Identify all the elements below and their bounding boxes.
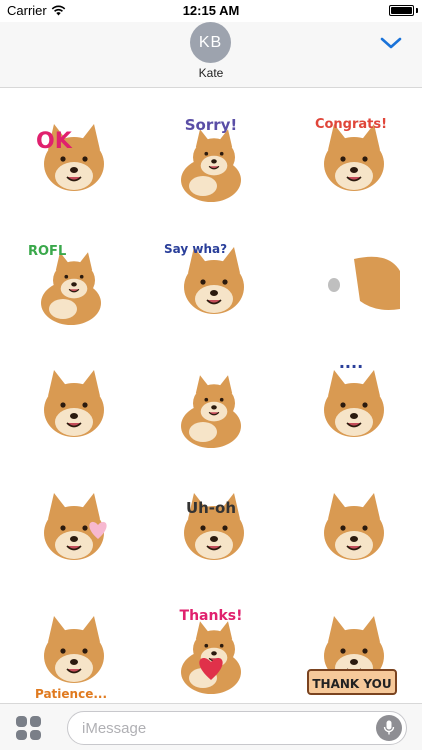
sticker-caption: Say wha?: [164, 242, 227, 256]
contact-name[interactable]: Kate: [0, 66, 422, 80]
sticker-12[interactable]: [281, 465, 421, 588]
message-input[interactable]: iMessage: [67, 711, 407, 745]
shiba-sticker-image: [181, 374, 241, 448]
shiba-sticker-image: Sorry!: [181, 116, 241, 202]
sticker-7[interactable]: [1, 342, 141, 465]
shiba-sticker-image: [328, 256, 400, 310]
battery-icon: [389, 5, 414, 16]
sticker-8[interactable]: [141, 342, 281, 465]
shiba-sticker-image: [44, 492, 107, 560]
shiba-sticker-image: Uh-oh: [184, 492, 244, 560]
message-bar: iMessage: [0, 703, 422, 750]
shiba-sticker-image: Patience...: [35, 615, 107, 700]
sticker-caption: THANK YOU: [312, 677, 391, 691]
sticker-caption: OK: [36, 129, 73, 154]
status-bar: Carrier 12:15 AM: [0, 0, 422, 22]
sticker-6[interactable]: [281, 219, 421, 342]
sticker-15[interactable]: THANK YOU: [281, 588, 421, 711]
sticker-caption: Uh-oh: [186, 499, 236, 517]
sticker-grid: OK Sorry! Congrats! ROFL Say wha? .... U…: [0, 96, 422, 711]
sticker-13[interactable]: Patience...: [1, 588, 141, 711]
sticker-caption: Sorry!: [185, 116, 238, 134]
shiba-sticker-image: [44, 369, 104, 437]
microphone-icon[interactable]: [376, 715, 402, 741]
sticker-11[interactable]: Uh-oh: [141, 465, 281, 588]
sticker-caption: ....: [339, 354, 363, 372]
sticker-14[interactable]: Thanks!: [141, 588, 281, 711]
shiba-sticker-image: ROFL: [28, 244, 101, 325]
conversation-header: KB Kate: [0, 22, 422, 88]
sticker-2[interactable]: Sorry!: [141, 96, 281, 219]
sticker-caption: Thanks!: [180, 608, 243, 624]
shiba-sticker-image: Say wha?: [164, 242, 244, 314]
sticker-4[interactable]: ROFL: [1, 219, 141, 342]
shiba-sticker-image: OK: [36, 123, 104, 191]
clock: 12:15 AM: [182, 3, 240, 18]
sticker-caption: ROFL: [28, 244, 66, 259]
sticker-9[interactable]: ....: [281, 342, 421, 465]
shiba-sticker-image: Thanks!: [180, 608, 243, 694]
app-drawer-icon[interactable]: [16, 716, 42, 740]
sticker-10[interactable]: [1, 465, 141, 588]
sticker-caption: Patience...: [35, 687, 107, 700]
sticker-5[interactable]: Say wha?: [141, 219, 281, 342]
shiba-sticker-image: THANK YOU: [307, 615, 397, 695]
contact-avatar[interactable]: KB: [190, 22, 231, 63]
shiba-sticker-image: [324, 492, 384, 560]
sticker-caption: Congrats!: [315, 117, 387, 132]
shiba-sticker-image: ....: [324, 354, 384, 437]
chevron-down-icon[interactable]: [380, 36, 402, 50]
message-placeholder: iMessage: [82, 720, 147, 737]
sticker-1[interactable]: OK: [1, 96, 141, 219]
sticker-3[interactable]: Congrats!: [281, 96, 421, 219]
shiba-sticker-image: Congrats!: [315, 117, 387, 191]
